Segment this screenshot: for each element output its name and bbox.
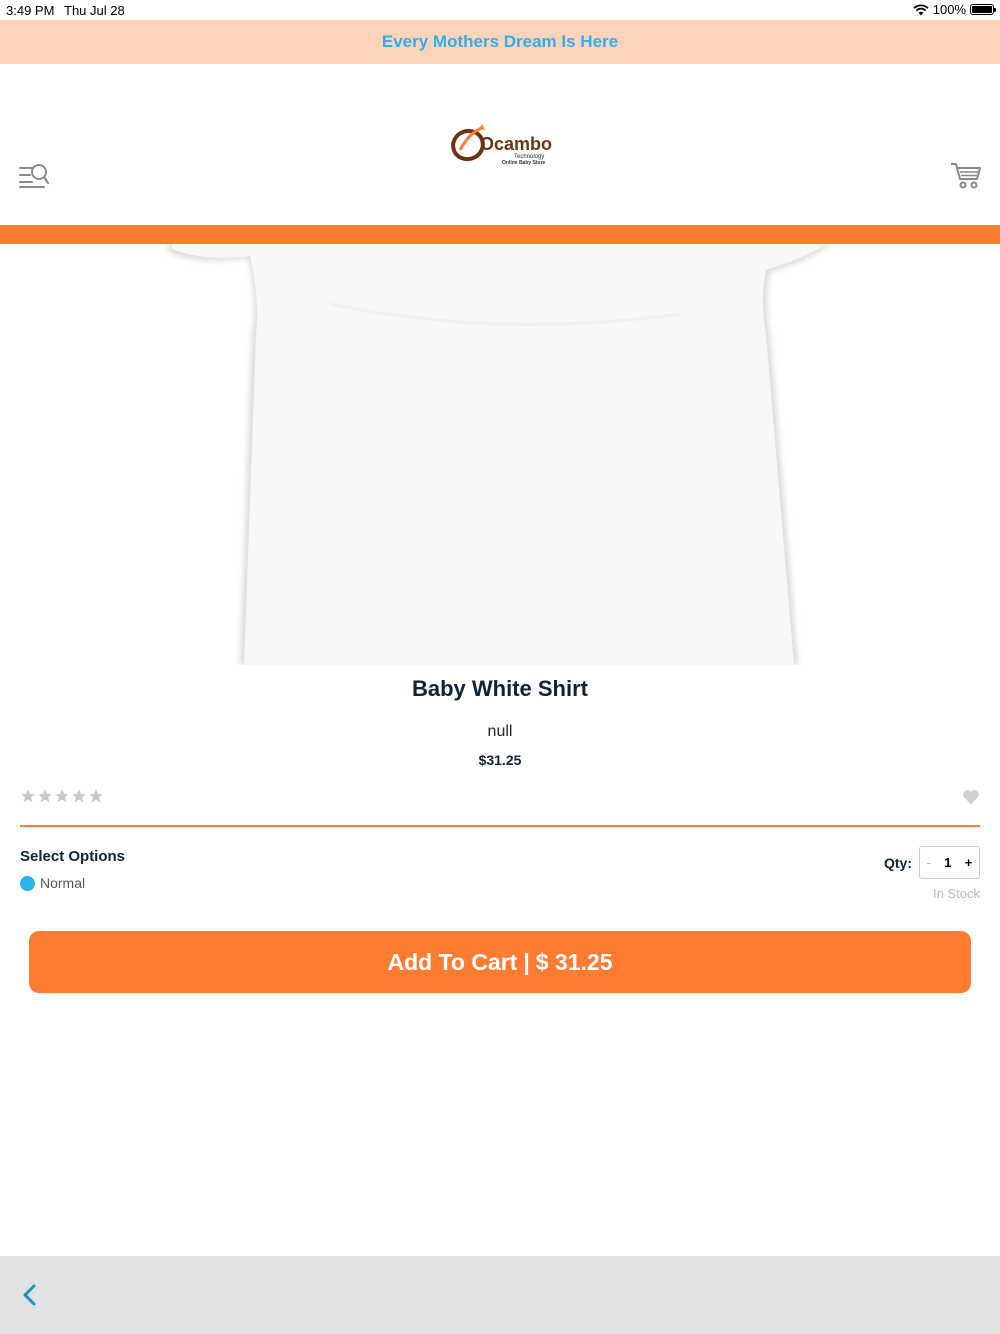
star-icon [72,789,86,803]
product-image [0,244,1000,665]
option-normal[interactable]: Normal [20,875,85,891]
status-date: Thu Jul 28 [64,3,125,18]
heart-icon[interactable] [962,789,980,805]
header: Ocambo Technology Online Baby Store [0,64,1000,225]
svg-text:Ocambo: Ocambo [480,134,552,154]
ocambo-logo: Ocambo Technology Online Baby Store [451,124,552,166]
option-radio-dot [20,875,35,891]
add-to-cart-amount: $ 31.25 [535,948,613,975]
battery-icon [970,4,996,15]
product-description: null [487,723,513,740]
qty-increment-button[interactable]: + [965,855,973,870]
qty-value: 1 [944,855,952,870]
product-price: $31.25 [478,752,522,768]
star-icon [89,789,103,803]
product-detail-page: 3:49 PM Thu Jul 28 100% Every Mothers Dr… [0,0,1000,1334]
baby-shirt-image [168,244,832,665]
star-icon [21,789,35,803]
star-icon [55,789,69,803]
promo-banner: Every Mothers Dream Is Here [0,20,1000,64]
wifi-icon [913,3,929,15]
status-bar: 3:49 PM Thu Jul 28 100% [0,0,1000,20]
add-to-cart-separator: | [523,948,530,975]
select-options-label: Select Options [20,848,126,865]
add-to-cart-label: Add To Cart [387,948,518,975]
status-indicators: 100% [913,2,996,17]
rating-stars[interactable] [20,788,104,804]
product-title: Baby White Shirt [411,676,588,701]
star-icon [38,789,52,803]
svg-text:Online Baby Store: Online Baby Store [502,160,546,166]
quantity-stepper: - 1 + [919,846,980,879]
shopping-cart-icon[interactable] [950,160,982,190]
divider [20,825,980,827]
bottom-bar [0,1256,1000,1334]
add-to-cart-button[interactable]: Add To Cart | $ 31.25 [29,931,971,993]
stock-status: In Stock [933,886,980,901]
promo-text: Every Mothers Dream Is Here [381,32,619,51]
menu-search-icon[interactable] [18,162,50,190]
option-label: Normal [40,875,86,891]
qty-decrement-button[interactable]: - [927,855,931,870]
battery-percent: 100% [932,2,966,17]
accent-bar [0,225,1000,244]
chevron-left-icon[interactable] [20,1282,40,1308]
status-time: 3:49 PM [6,3,55,18]
qty-label: Qty: [884,855,912,871]
